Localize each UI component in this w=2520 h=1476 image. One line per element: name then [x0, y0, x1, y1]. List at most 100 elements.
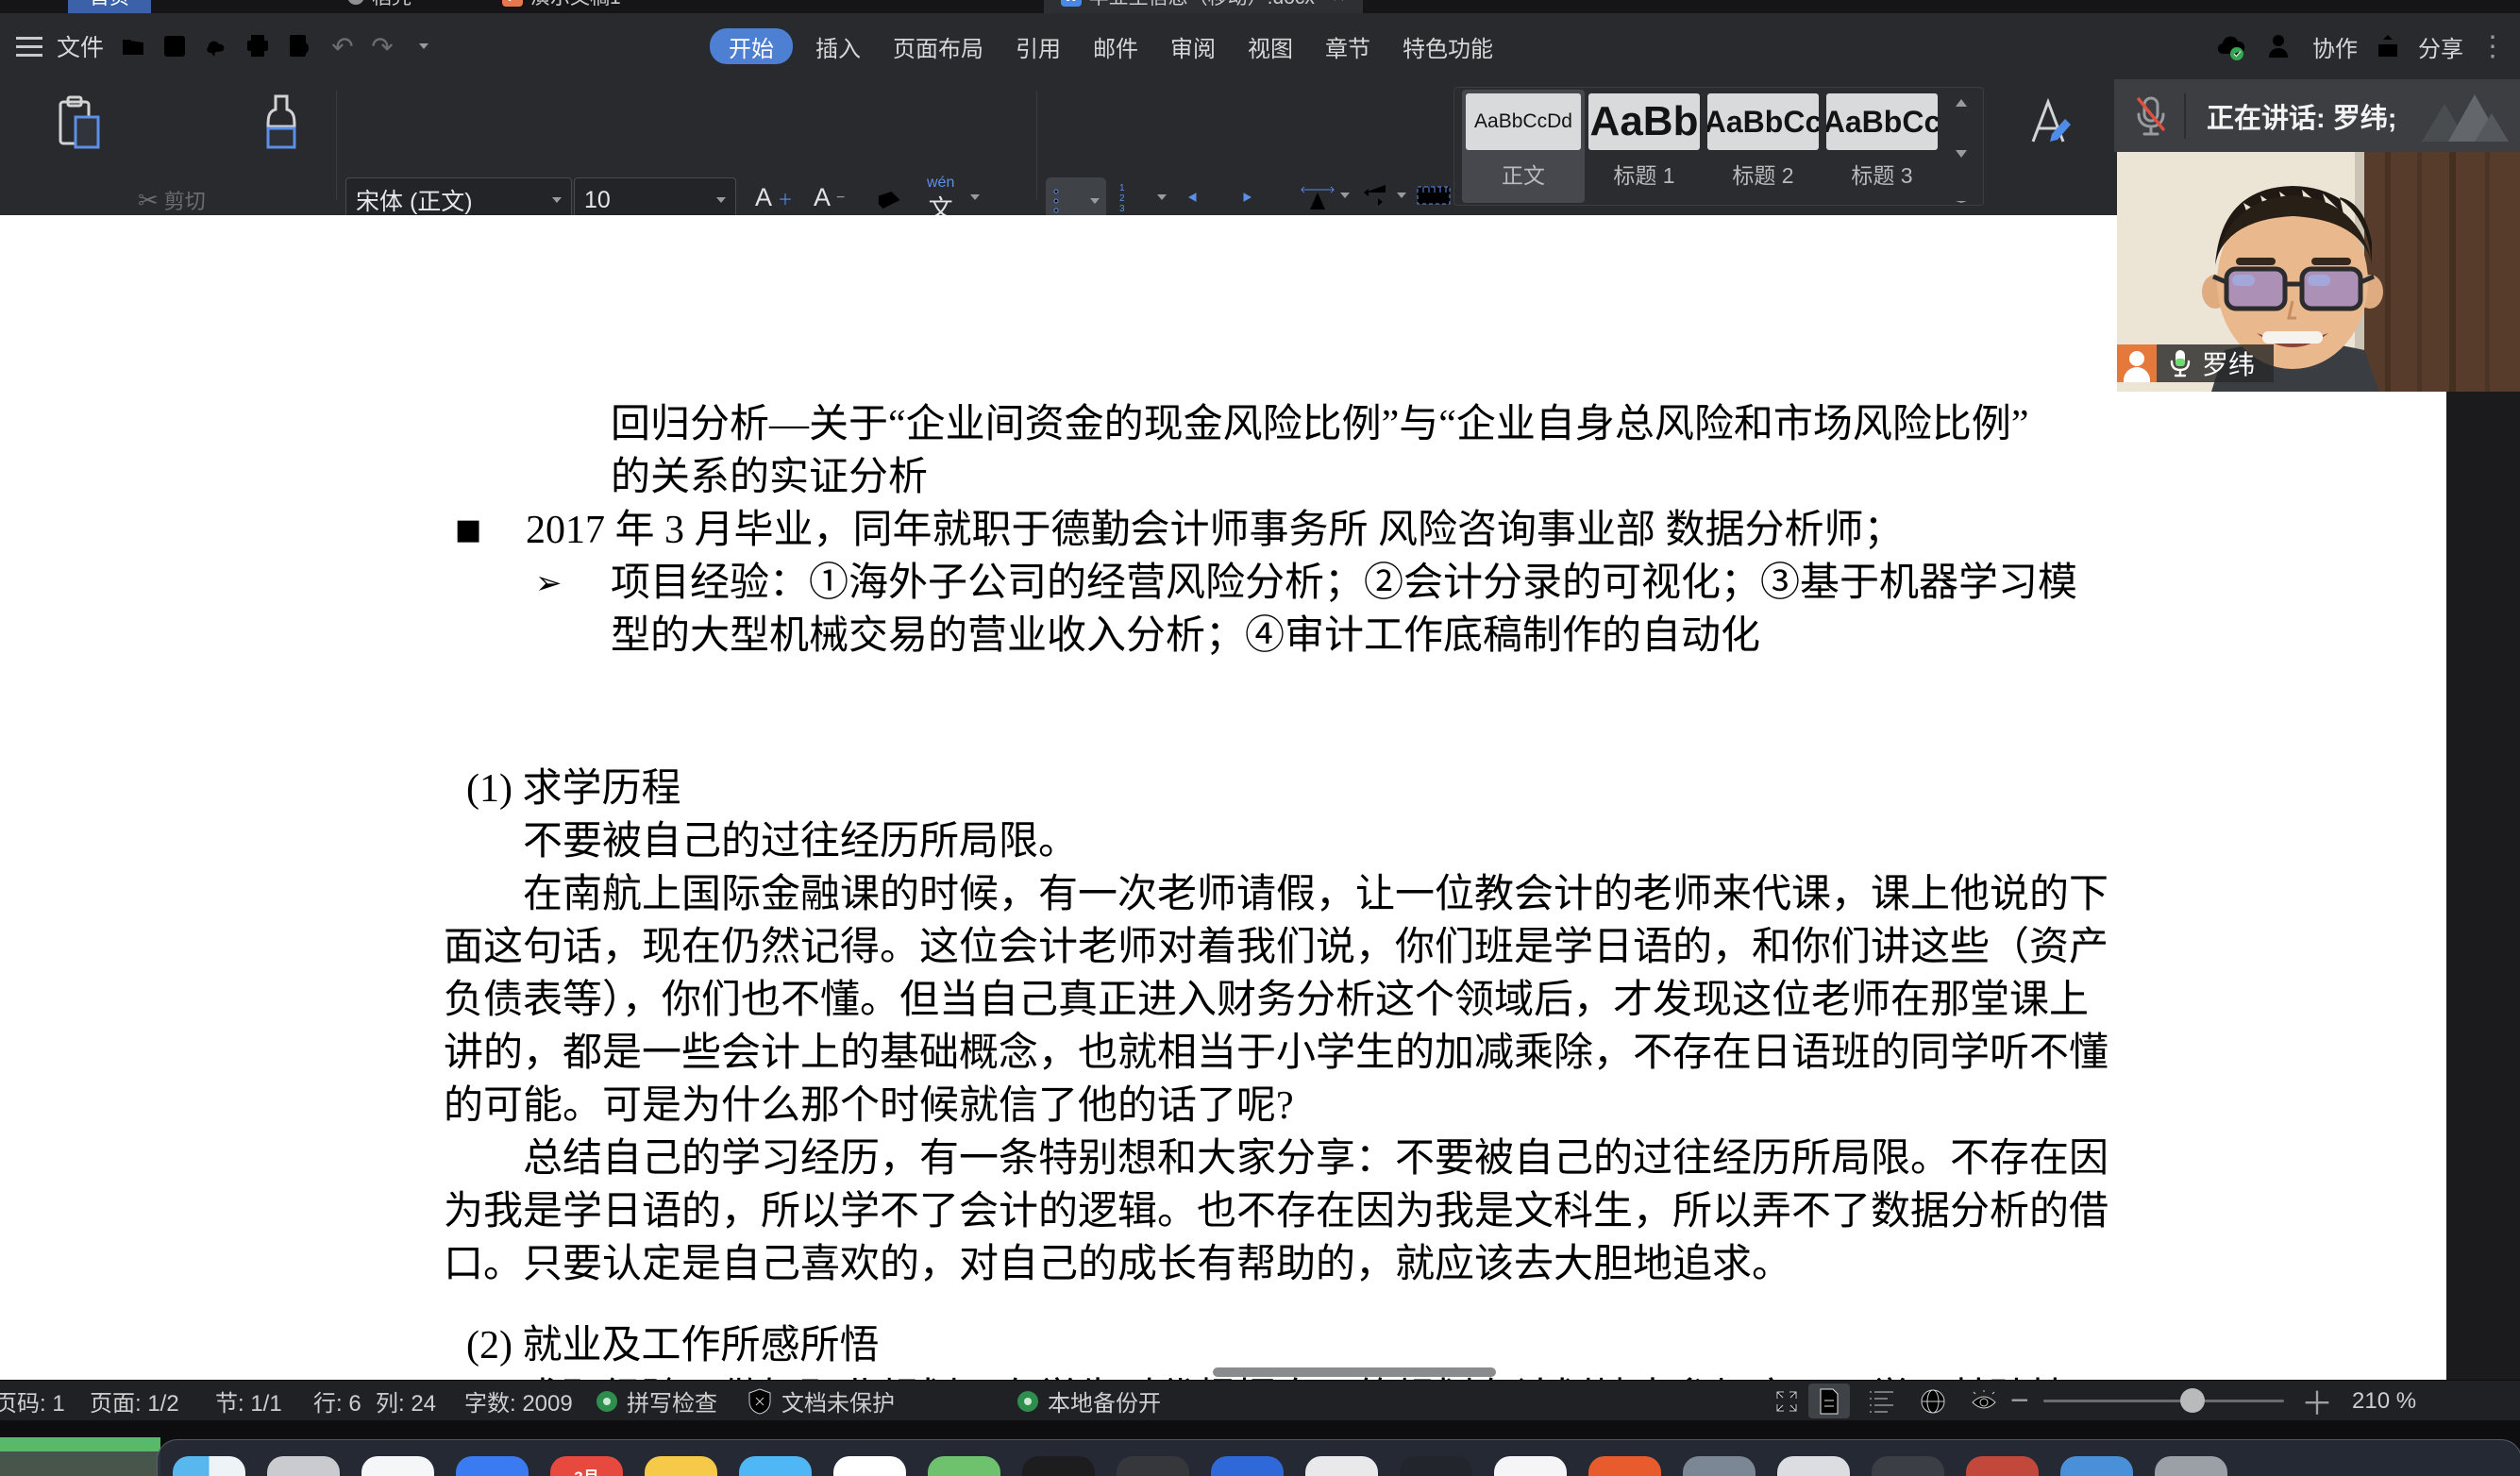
dock-app-icon[interactable]: [1400, 1456, 1472, 1476]
find-replace-icon[interactable]: [285, 13, 313, 79]
document-line: (2) 就业及工作所感所悟: [0, 1319, 2446, 1372]
dock-app-icon[interactable]: [2060, 1456, 2133, 1476]
line-break-icon[interactable]: [1357, 179, 1406, 211]
increase-font-icon[interactable]: A＋: [755, 183, 793, 212]
zoom-slider-thumb[interactable]: [2180, 1388, 2205, 1413]
dock-app-icon[interactable]: [1494, 1456, 1567, 1476]
zoom-slider-track[interactable]: [2043, 1400, 2284, 1402]
dock-app-icon[interactable]: [1117, 1456, 1189, 1476]
output-convert-icon[interactable]: [202, 13, 230, 79]
print-icon[interactable]: [244, 13, 272, 79]
char-spacing-icon[interactable]: [1301, 179, 1350, 211]
microphone-muted-icon[interactable]: [2135, 95, 2167, 137]
ribbon-tab[interactable]: 邮件: [1084, 30, 1148, 63]
redo-icon[interactable]: ↷: [368, 13, 396, 79]
status-backup[interactable]: 本地备份开: [1017, 1381, 1161, 1421]
style-card-heading3[interactable]: AaBbCc 标题 3: [1826, 93, 1938, 199]
paste-icon[interactable]: [55, 94, 104, 153]
new-style-icon[interactable]: [2020, 92, 2076, 149]
dock-app-icon[interactable]: [645, 1456, 717, 1476]
eye-protect-button[interactable]: [1963, 1384, 2005, 1418]
open-file-icon[interactable]: [119, 13, 147, 79]
outline-view-button[interactable]: [1861, 1384, 1903, 1418]
more-options-icon[interactable]: ⋮: [2478, 30, 2507, 63]
quickbar-more-icon[interactable]: [410, 13, 438, 79]
share-icon[interactable]: [2373, 31, 2403, 61]
dock-app-icon[interactable]: [456, 1456, 529, 1476]
clear-format-icon[interactable]: [872, 185, 902, 215]
ribbon-tab[interactable]: 视图: [1238, 30, 1302, 63]
webcam-video[interactable]: 罗纬: [2117, 152, 2520, 392]
ribbon-tab[interactable]: 开始: [710, 28, 793, 64]
dock-app-icon[interactable]: [739, 1456, 812, 1476]
file-menu-button[interactable]: 文件: [57, 13, 104, 79]
dock-app-icon[interactable]: [1777, 1456, 1850, 1476]
dock-app-icon[interactable]: [1588, 1456, 1661, 1476]
increase-indent-icon[interactable]: [1242, 181, 1274, 211]
status-spellcheck[interactable]: 拼写检查: [596, 1381, 717, 1421]
cut-button[interactable]: ✂剪切: [138, 185, 206, 215]
ribbon-tab[interactable]: 插入: [806, 30, 870, 63]
hamburger-menu-icon[interactable]: [13, 13, 45, 79]
style-card-heading2[interactable]: AaBbCc 标题 2: [1707, 93, 1819, 199]
zoom-level[interactable]: 210 %: [2352, 1381, 2416, 1421]
cloud-saved-icon[interactable]: [2214, 31, 2250, 61]
dock-app-icon[interactable]: [173, 1456, 245, 1476]
window-tab-presentation[interactable]: P演示文稿1: [485, 0, 638, 13]
dock-app-icon[interactable]: [1683, 1456, 1756, 1476]
ribbon-tab[interactable]: 特色功能: [1393, 30, 1503, 63]
pinyin-dropdown-icon[interactable]: [970, 194, 980, 200]
style-card-heading1[interactable]: AaBb 标题 1: [1588, 93, 1700, 199]
gallery-scroll-down-icon[interactable]: [1956, 150, 1967, 158]
status-page-number[interactable]: 页码: 1: [0, 1381, 65, 1421]
dock-app-icon[interactable]: [361, 1456, 434, 1476]
status-page-of[interactable]: 页面: 1/2: [90, 1381, 179, 1421]
decrease-font-icon[interactable]: A−: [814, 183, 845, 212]
dock-app-icon[interactable]: [1211, 1456, 1284, 1476]
gallery-scroll-up-icon[interactable]: [1956, 99, 1967, 107]
pinyin-guide-icon[interactable]: wén 文: [927, 176, 954, 221]
collaborate-label[interactable]: 协作: [2312, 30, 2358, 63]
web-view-button[interactable]: [1912, 1384, 1954, 1418]
fullscreen-icon[interactable]: [1774, 1381, 1799, 1421]
numbered-list-button[interactable]: 123: [1119, 181, 1167, 213]
dock-app-icon[interactable]: [2155, 1456, 2227, 1476]
horizontal-scrollbar-thumb[interactable]: [1213, 1367, 1496, 1377]
ribbon-tab[interactable]: 页面布局: [883, 30, 993, 63]
window-tab-document[interactable]: W毕业生信息（移动）.docx✕: [1044, 0, 1363, 13]
status-word-count[interactable]: 字数: 2009: [464, 1381, 573, 1421]
dock-app-icon[interactable]: [267, 1456, 340, 1476]
window-tab-home[interactable]: 首页: [68, 0, 151, 13]
document-page[interactable]: 回归分析—关于“企业间资金的现金风险比例”与“企业自身总风险和市场风险比例” 的…: [0, 215, 2446, 1380]
dock-app-icon[interactable]: [1022, 1456, 1095, 1476]
status-column[interactable]: 列: 24: [376, 1381, 436, 1421]
page-view-button[interactable]: [1808, 1384, 1850, 1418]
dock-app-icon[interactable]: [928, 1456, 1000, 1476]
dock-app-icon[interactable]: [1872, 1456, 1944, 1476]
document-line: 为我是学日语的，所以学不了会计的逻辑。也不存在因为我是文科生，所以弄不了数据分析…: [0, 1185, 2446, 1238]
ribbon-tab[interactable]: 章节: [1316, 30, 1380, 63]
save-icon[interactable]: [160, 13, 189, 79]
collaborate-icon[interactable]: [2265, 31, 2297, 61]
dock-app-icon[interactable]: 3月: [550, 1456, 623, 1476]
window-tab-docer[interactable]: 稻壳: [330, 0, 428, 13]
style-card-normal[interactable]: AaBbCcDd 正文: [1462, 90, 1585, 203]
dock-app-icon[interactable]: [1966, 1456, 2039, 1476]
ribbon-tab[interactable]: 引用: [1006, 30, 1070, 63]
format-painter-icon[interactable]: [257, 92, 306, 153]
ribbon-tab[interactable]: 审阅: [1161, 30, 1225, 63]
zoom-in-icon[interactable]: ＋: [2301, 1381, 2333, 1421]
undo-icon[interactable]: ↶: [328, 13, 357, 79]
docer-icon: [347, 0, 364, 5]
ruler-icon[interactable]: [1416, 181, 1452, 210]
status-line[interactable]: 行: 6: [313, 1381, 361, 1421]
status-protection[interactable]: 文档未保护: [748, 1381, 895, 1421]
gallery-more-icon[interactable]: [1956, 201, 1967, 205]
dock-app-icon[interactable]: [833, 1456, 906, 1476]
status-section[interactable]: 节: 1/1: [215, 1381, 282, 1421]
close-icon[interactable]: ✕: [1332, 0, 1346, 7]
share-label[interactable]: 分享: [2418, 30, 2463, 63]
dock-app-icon[interactable]: [1305, 1456, 1378, 1476]
zoom-out-icon[interactable]: −: [2010, 1381, 2029, 1421]
decrease-indent-icon[interactable]: [1187, 181, 1219, 211]
